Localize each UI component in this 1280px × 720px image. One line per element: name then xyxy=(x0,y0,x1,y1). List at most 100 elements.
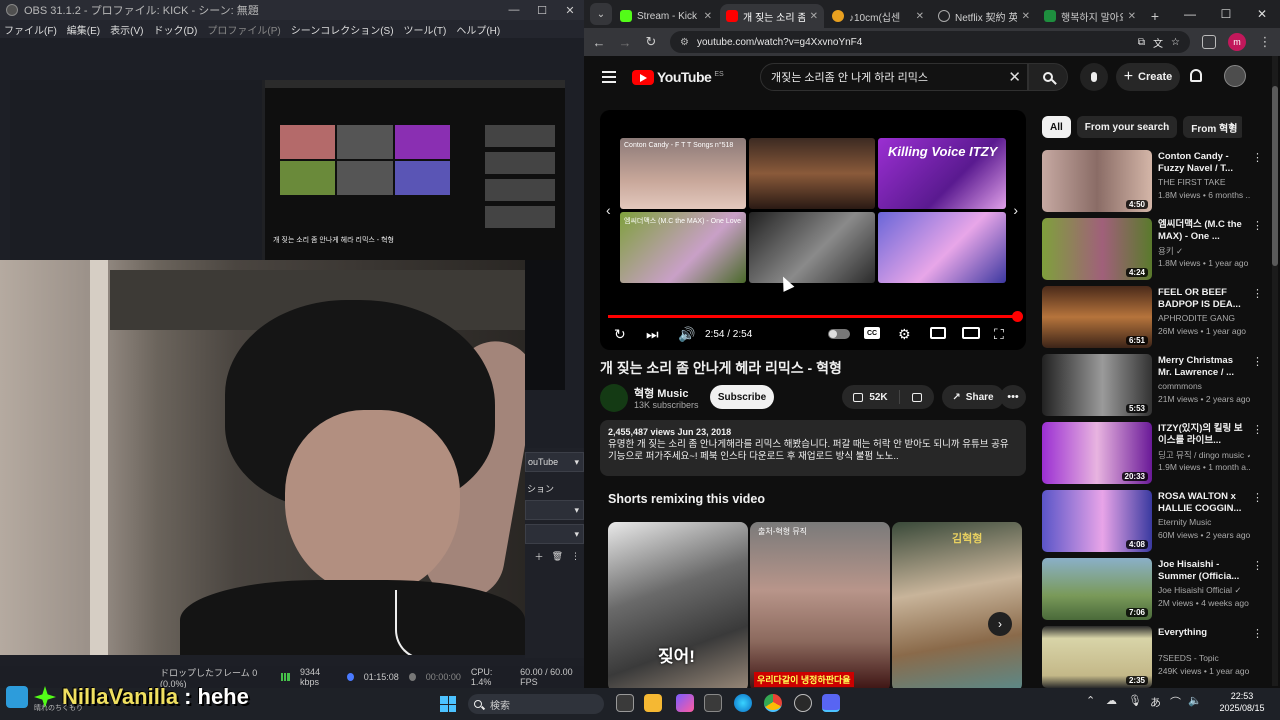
rec-thumbnail[interactable]: 6:51 xyxy=(1042,286,1152,348)
obs-menu-scene-collection[interactable]: シーンコレクション(S) xyxy=(291,22,394,37)
end-screen-video-6[interactable] xyxy=(878,212,1006,283)
discord-icon[interactable] xyxy=(822,694,840,712)
channel-name[interactable]: 혁형 Music xyxy=(634,385,688,401)
rec-title[interactable]: Everything xyxy=(1158,627,1246,639)
tab-search-button[interactable]: ⌄ xyxy=(590,3,612,25)
tab-netflix[interactable]: Netflix 契約 英語 ✕ xyxy=(932,4,1036,28)
obs-close-button[interactable]: ✕ xyxy=(556,0,584,20)
new-tab-button[interactable]: + xyxy=(1144,4,1166,28)
rec-thumbnail[interactable]: 2:35 xyxy=(1042,626,1152,688)
obs-menu-tools[interactable]: ツール(T) xyxy=(404,22,447,37)
channel-avatar[interactable] xyxy=(600,384,628,412)
rec-title[interactable]: Conton Candy - Fuzzy Navel / T... xyxy=(1158,151,1246,175)
close-icon[interactable]: ✕ xyxy=(810,11,818,22)
tab-10cm[interactable]: ♪10cm(십센 ✕ xyxy=(826,4,930,28)
obs-menu-profile[interactable]: プロファイル(P) xyxy=(207,22,280,37)
rec-title[interactable]: 엠씨더맥스 (M.C the MAX) - One ... xyxy=(1158,219,1246,243)
rec-thumbnail[interactable]: 7:06 xyxy=(1042,558,1152,620)
tab-youtube-video[interactable]: 개 짖는 소리 좀 ✕ xyxy=(720,4,824,28)
more-vertical-icon[interactable]: ⋮ xyxy=(1252,355,1263,368)
like-button[interactable]: 52K xyxy=(842,390,900,404)
forward-arrow-icon[interactable]: → xyxy=(618,35,632,50)
more-actions-button[interactable]: ••• xyxy=(1000,385,1026,409)
rec-channel[interactable]: THE FIRST TAKE xyxy=(1158,177,1250,187)
chrome-minimize-button[interactable]: — xyxy=(1172,0,1208,28)
extensions-icon[interactable] xyxy=(1202,35,1216,49)
more-vertical-icon[interactable]: ⋮ xyxy=(1252,287,1263,300)
rec-channel[interactable]: 용키 ✓ xyxy=(1158,245,1250,257)
theater-mode-icon[interactable] xyxy=(962,327,980,339)
short-card-2[interactable]: 출처-혁형 뮤직 우리다같이 냉정하판다율 xyxy=(750,522,890,688)
settings-gear-icon[interactable]: ⚙ xyxy=(898,326,911,343)
progress-bar[interactable] xyxy=(608,311,1023,322)
end-screen-video-4[interactable]: 엠씨더맥스 (M.C the MAX) - One Love xyxy=(620,212,746,283)
close-icon[interactable]: ✕ xyxy=(1128,11,1136,22)
ime-mode-indicator[interactable]: あ xyxy=(1150,694,1161,710)
microphone-tray-icon[interactable]: 🎙 xyxy=(1128,694,1142,707)
obs-menu-file[interactable]: ファイル(F) xyxy=(4,22,57,37)
chip-from-your-search[interactable]: From your search xyxy=(1076,116,1178,138)
account-avatar[interactable] xyxy=(1224,65,1246,87)
rec-channel[interactable]: 7SEEDS - Topic xyxy=(1158,653,1250,663)
obs-menu-view[interactable]: 表示(V) xyxy=(110,22,143,37)
edge-icon[interactable] xyxy=(734,694,752,712)
chrome-maximize-button[interactable]: ☐ xyxy=(1208,0,1244,28)
chevron-right-icon[interactable]: › xyxy=(1013,202,1018,218)
more-vertical-icon[interactable]: ⋮ xyxy=(1252,219,1263,232)
autoplay-toggle[interactable] xyxy=(828,329,850,339)
shorts-next-button[interactable]: › xyxy=(988,612,1012,636)
notifications-bell-icon[interactable] xyxy=(1190,69,1202,82)
share-button[interactable]: ↗ Share xyxy=(942,385,1004,409)
list-item[interactable]: 20:33 ITZY(있지)의 킬링 보이스를 라이브... 딩고 뮤직 / d… xyxy=(1042,422,1266,490)
obs-maximize-button[interactable]: ☐ xyxy=(528,0,556,20)
fullscreen-icon[interactable]: ⛶ xyxy=(994,326,1004,343)
address-bar[interactable]: ⚙ youtube.com/watch?v=g4XxvnoYnF4 ⧉ 文 ☆ xyxy=(670,31,1190,53)
rec-title[interactable]: Joe Hisaishi - Summer (Officia... xyxy=(1158,559,1246,583)
list-item[interactable]: 5:53 Merry Christmas Mr. Lawrence / ... … xyxy=(1042,354,1266,422)
trash-icon[interactable]: 🗑 xyxy=(552,551,563,562)
close-icon[interactable]: ✕ xyxy=(1022,11,1030,22)
clear-search-icon[interactable]: ✕ xyxy=(1008,68,1021,86)
scrollbar-thumb[interactable] xyxy=(1272,86,1278,266)
tab-korean-doc[interactable]: 행복하지 말아요 ✕ xyxy=(1038,4,1142,28)
copilot-icon[interactable] xyxy=(676,694,694,712)
store-icon[interactable] xyxy=(704,694,722,712)
dislike-button[interactable] xyxy=(900,392,934,402)
close-icon[interactable]: ✕ xyxy=(704,11,712,22)
more-vertical-icon[interactable]: ⋮ xyxy=(1252,491,1263,504)
create-button[interactable]: + Create xyxy=(1116,63,1180,91)
rec-channel[interactable]: Joe Hisaishi Official ✓ xyxy=(1158,585,1250,596)
page-scrollbar[interactable] xyxy=(1272,56,1278,686)
taskbar-clock[interactable]: 22:53 2025/08/15 xyxy=(1212,690,1272,714)
rec-channel[interactable]: Eternity Music xyxy=(1158,517,1250,527)
site-info-icon[interactable]: ⚙ xyxy=(680,37,689,48)
translate-icon[interactable]: 文 xyxy=(1153,35,1163,50)
chrome-menu-icon[interactable]: ⋮ xyxy=(1258,34,1272,50)
short-card-1[interactable]: 짖어! xyxy=(608,522,748,688)
tray-overflow-icon[interactable]: ⌃ xyxy=(1086,694,1095,707)
volume-icon[interactable]: 🔊 xyxy=(678,326,695,343)
network-tray-icon[interactable]: ☁ xyxy=(1106,694,1117,707)
profile-avatar[interactable]: m xyxy=(1228,33,1246,51)
hamburger-menu-icon[interactable] xyxy=(602,71,616,83)
end-screen-video-2[interactable] xyxy=(749,138,875,209)
obs-taskbar-icon[interactable] xyxy=(794,694,812,712)
search-button[interactable] xyxy=(1028,63,1068,91)
obs-menu-edit[interactable]: 編集(E) xyxy=(67,22,100,37)
obs-minimize-button[interactable]: — xyxy=(500,0,528,20)
wifi-icon[interactable]: ⌒ xyxy=(1170,694,1181,710)
end-screen-video-3[interactable]: Killing Voice ITZY xyxy=(878,138,1006,209)
more-vertical-icon[interactable]: ⋮ xyxy=(1252,151,1263,164)
replay-icon[interactable]: ↻ xyxy=(614,326,626,343)
task-view-icon[interactable] xyxy=(616,694,634,712)
more-vertical-icon[interactable]: ⋮ xyxy=(571,551,580,562)
rec-thumbnail[interactable]: 4:50 xyxy=(1042,150,1152,212)
bookmark-star-icon[interactable]: ☆ xyxy=(1171,37,1180,48)
file-explorer-icon[interactable] xyxy=(644,694,662,712)
voice-search-button[interactable] xyxy=(1080,63,1108,91)
list-item[interactable]: 4:50 Conton Candy - Fuzzy Navel / T... T… xyxy=(1042,150,1266,218)
more-vertical-icon[interactable]: ⋮ xyxy=(1252,423,1263,436)
list-item[interactable]: 2:35 Everything 7SEEDS - Topic 249K view… xyxy=(1042,626,1266,688)
reload-icon[interactable]: ↻ xyxy=(644,34,658,50)
obs-dock-dropdown-3[interactable]: ▾ xyxy=(525,524,584,544)
